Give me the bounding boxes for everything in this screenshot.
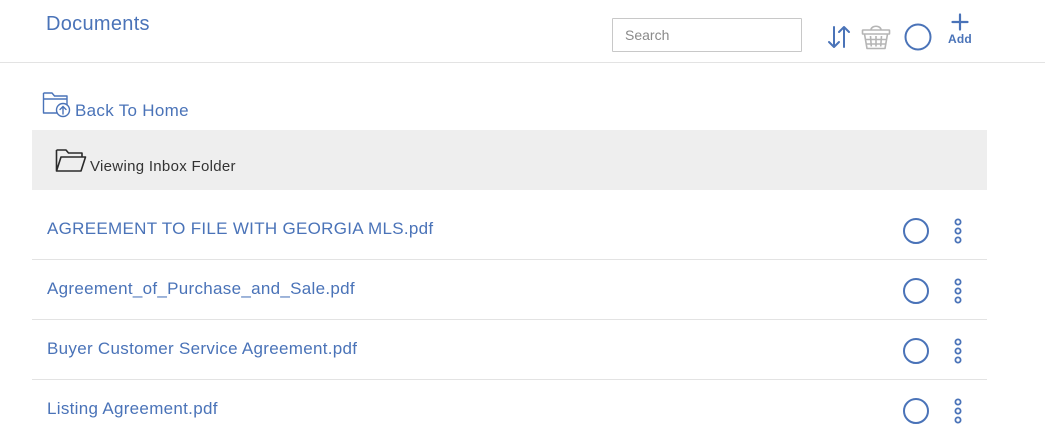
select-circle-icon[interactable] <box>902 217 930 250</box>
more-options-icon[interactable] <box>951 338 965 369</box>
document-row: Agreement_of_Purchase_and_Sale.pdf <box>32 260 987 320</box>
plus-icon <box>951 13 969 31</box>
document-name[interactable]: Agreement_of_Purchase_and_Sale.pdf <box>47 279 355 299</box>
more-options-icon[interactable] <box>951 278 965 309</box>
header-bar: Documents Add <box>0 0 1045 63</box>
document-row: Buyer Customer Service Agreement.pdf <box>32 320 987 380</box>
sort-icon[interactable] <box>826 24 852 50</box>
add-label: Add <box>948 32 972 46</box>
folder-up-icon <box>42 92 71 118</box>
select-circle-icon[interactable] <box>902 337 930 370</box>
more-options-icon[interactable] <box>951 398 965 429</box>
search-input[interactable] <box>612 18 802 52</box>
select-all-icon[interactable] <box>903 22 933 52</box>
select-circle-icon[interactable] <box>902 397 930 430</box>
document-name[interactable]: AGREEMENT TO FILE WITH GEORGIA MLS.pdf <box>47 219 433 239</box>
back-to-home-label: Back To Home <box>75 101 189 120</box>
folder-banner: Viewing Inbox Folder <box>32 130 987 190</box>
document-name[interactable]: Listing Agreement.pdf <box>47 399 218 419</box>
add-button[interactable]: Add <box>944 13 976 53</box>
document-list: AGREEMENT TO FILE WITH GEORGIA MLS.pdf A… <box>32 200 987 440</box>
more-options-icon[interactable] <box>951 218 965 249</box>
document-row: Listing Agreement.pdf <box>32 380 987 440</box>
document-row: AGREEMENT TO FILE WITH GEORGIA MLS.pdf <box>32 200 987 260</box>
page-title: Documents <box>46 13 150 35</box>
folder-label: Viewing Inbox Folder <box>90 158 236 175</box>
basket-icon[interactable] <box>860 20 892 52</box>
document-name[interactable]: Buyer Customer Service Agreement.pdf <box>47 339 357 359</box>
folder-icon <box>55 149 87 172</box>
select-circle-icon[interactable] <box>902 277 930 310</box>
